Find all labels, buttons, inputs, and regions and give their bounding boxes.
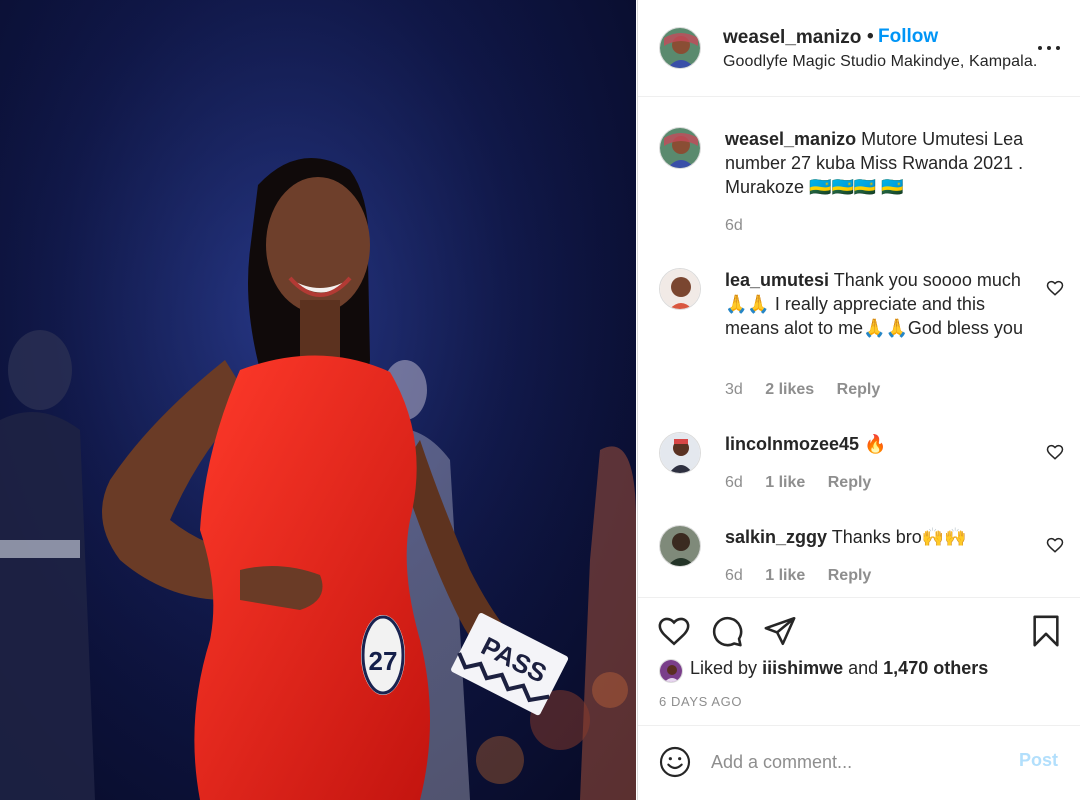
heart-icon[interactable] [657, 614, 691, 648]
comments-list[interactable]: weasel_manizo Mutore Umutesi Lea number … [638, 98, 1080, 597]
smile-icon[interactable] [659, 746, 691, 778]
liked-by-middle: and [848, 658, 879, 678]
comment-meta: 6d 1 like Reply [725, 567, 889, 585]
comment-likes[interactable]: 2 likes [765, 381, 814, 398]
post-header: weasel_manizo • Follow Goodlyfe Magic St… [638, 0, 1080, 97]
comment-text: 🔥 [864, 434, 887, 454]
post-details-panel: weasel_manizo • Follow Goodlyfe Magic St… [637, 0, 1080, 800]
post-timestamp[interactable]: 6 DAYS AGO [659, 694, 742, 709]
author-avatar[interactable] [659, 27, 701, 69]
comment-time[interactable]: 3d [725, 381, 743, 398]
caption-avatar[interactable] [659, 127, 701, 169]
comment-username[interactable]: lincolnmozee45 [725, 434, 859, 454]
comment-like-heart-icon[interactable] [1046, 279, 1064, 297]
comment-avatar[interactable] [659, 268, 701, 310]
post-actions: Liked by iiishimwe and 1,470 others 6 DA… [638, 597, 1080, 725]
comment-like-heart-icon[interactable] [1046, 443, 1064, 461]
caption-username[interactable]: weasel_manizo [725, 129, 856, 149]
liked-by-avatar[interactable] [659, 659, 683, 683]
post-photo-illustration: 27 PASS [0, 0, 636, 800]
comment-likes[interactable]: 1 like [765, 474, 805, 491]
comment-time[interactable]: 6d [725, 474, 743, 491]
caption-time[interactable]: 6d [725, 217, 743, 234]
comment-avatar[interactable] [659, 525, 701, 567]
comment-icon[interactable] [710, 614, 744, 648]
comment-username[interactable]: salkin_zggy [725, 527, 827, 547]
bookmark-icon[interactable] [1029, 614, 1063, 648]
comment-username[interactable]: lea_umutesi [725, 270, 829, 290]
reply-button[interactable]: Reply [837, 381, 881, 398]
post-button[interactable]: Post [1019, 750, 1058, 771]
reply-button[interactable]: Reply [828, 567, 872, 584]
comment-meta: 3d 2 likes Reply [725, 381, 898, 399]
share-icon[interactable] [763, 614, 797, 648]
comment-text-block: lea_umutesi Thank you soooo much🙏🙏 I rea… [725, 268, 1025, 340]
add-comment-bar: Post [638, 725, 1080, 800]
comment-avatar[interactable] [659, 432, 701, 474]
liked-by-text: Liked by iiishimwe and 1,470 others [690, 658, 988, 679]
comment-text: Thanks bro🙌🙌 [831, 527, 967, 547]
comment-likes[interactable]: 1 like [765, 567, 805, 584]
comment-time[interactable]: 6d [725, 567, 743, 584]
caption-meta: 6d [725, 217, 761, 235]
liked-by-others[interactable]: 1,470 others [883, 658, 988, 678]
caption-text-block: weasel_manizo Mutore Umutesi Lea number … [725, 127, 1045, 199]
comment-like-heart-icon[interactable] [1046, 536, 1064, 554]
author-username[interactable]: weasel_manizo [723, 27, 861, 49]
header-separator: • [867, 26, 874, 47]
comment-meta: 6d 1 like Reply [725, 474, 889, 492]
post-location[interactable]: Goodlyfe Magic Studio Makindye, Kampala. [723, 53, 1037, 71]
more-options-icon[interactable] [1037, 37, 1061, 57]
comment-text-block: lincolnmozee45 🔥 [725, 432, 1025, 456]
bib-number: 27 [369, 646, 398, 676]
reply-button[interactable]: Reply [828, 474, 872, 491]
comment-input[interactable] [711, 748, 1001, 776]
follow-button[interactable]: Follow [878, 26, 938, 48]
post-photo[interactable]: 27 PASS [0, 0, 636, 800]
comment-text-block: salkin_zggy Thanks bro🙌🙌 [725, 525, 1025, 549]
liked-by-user[interactable]: iiishimwe [762, 658, 843, 678]
liked-by-prefix: Liked by [690, 658, 758, 678]
